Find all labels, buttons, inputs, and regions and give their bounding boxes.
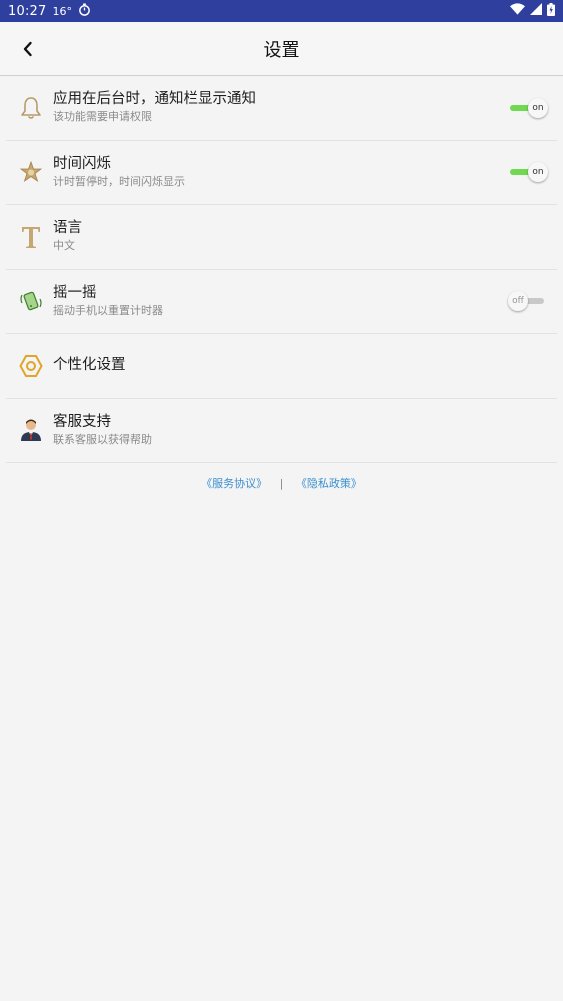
setting-label: 时间闪烁: [53, 155, 111, 172]
setting-description: 计时暂停时，时间闪烁显示: [53, 174, 185, 188]
shake-phone-icon: [14, 284, 48, 318]
setting-description: 联系客服以获得帮助: [53, 432, 152, 446]
setting-background-notification[interactable]: 应用在后台时，通知栏显示通知 该功能需要申请权限 on: [6, 76, 557, 141]
wifi-icon: [510, 3, 525, 19]
shake-toggle[interactable]: off: [508, 291, 546, 312]
battery-icon: [547, 2, 555, 20]
notification-toggle[interactable]: on: [510, 97, 548, 118]
setting-description: 摇动手机以重置计时器: [53, 303, 163, 317]
support-agent-icon: [14, 413, 48, 447]
privacy-policy-link[interactable]: 《隐私政策》: [296, 477, 362, 490]
chevron-left-icon: [23, 41, 32, 57]
setting-label: 语言: [53, 220, 82, 237]
service-agreement-link[interactable]: 《服务协议》: [201, 477, 267, 490]
setting-time-blink[interactable]: 时间闪烁 计时暂停时，时间闪烁显示 on: [6, 141, 557, 205]
setting-customer-support[interactable]: 客服支持 联系客服以获得帮助: [6, 399, 557, 463]
text-t-icon: [14, 220, 48, 254]
setting-label: 应用在后台时，通知栏显示通知: [53, 91, 256, 108]
setting-label: 个性化设置: [53, 357, 126, 374]
toggle-knob: on: [528, 97, 548, 118]
setting-description: 中文: [53, 239, 75, 253]
footer-links: 《服务协议》 | 《隐私政策》: [0, 475, 563, 491]
blink-toggle[interactable]: on: [510, 162, 548, 183]
settings-list: 应用在后台时，通知栏显示通知 该功能需要申请权限 on 时间闪烁 计时暂停时，时…: [0, 76, 563, 463]
hexagon-icon: [14, 349, 48, 383]
back-button[interactable]: [10, 31, 46, 67]
setting-label: 摇一摇: [53, 284, 97, 301]
link-separator: |: [279, 477, 284, 490]
setting-shake[interactable]: 摇一摇 摇动手机以重置计时器 off: [6, 270, 557, 334]
toggle-knob: on: [528, 162, 548, 183]
bell-icon: [14, 91, 48, 125]
status-temperature: 16°: [52, 4, 72, 18]
stopwatch-icon: [78, 2, 91, 20]
page-title: 设置: [263, 39, 300, 61]
signal-icon: [530, 3, 542, 19]
toggle-knob: off: [508, 291, 528, 312]
star-icon: [14, 155, 48, 189]
setting-language[interactable]: 语言 中文: [6, 205, 557, 270]
setting-description: 该功能需要申请权限: [53, 110, 152, 124]
setting-personalization[interactable]: 个性化设置: [6, 334, 557, 399]
status-bar: 10:27 16°: [0, 0, 563, 22]
app-header: 设置: [0, 22, 563, 76]
setting-label: 客服支持: [53, 413, 111, 430]
status-time: 10:27: [8, 3, 47, 19]
